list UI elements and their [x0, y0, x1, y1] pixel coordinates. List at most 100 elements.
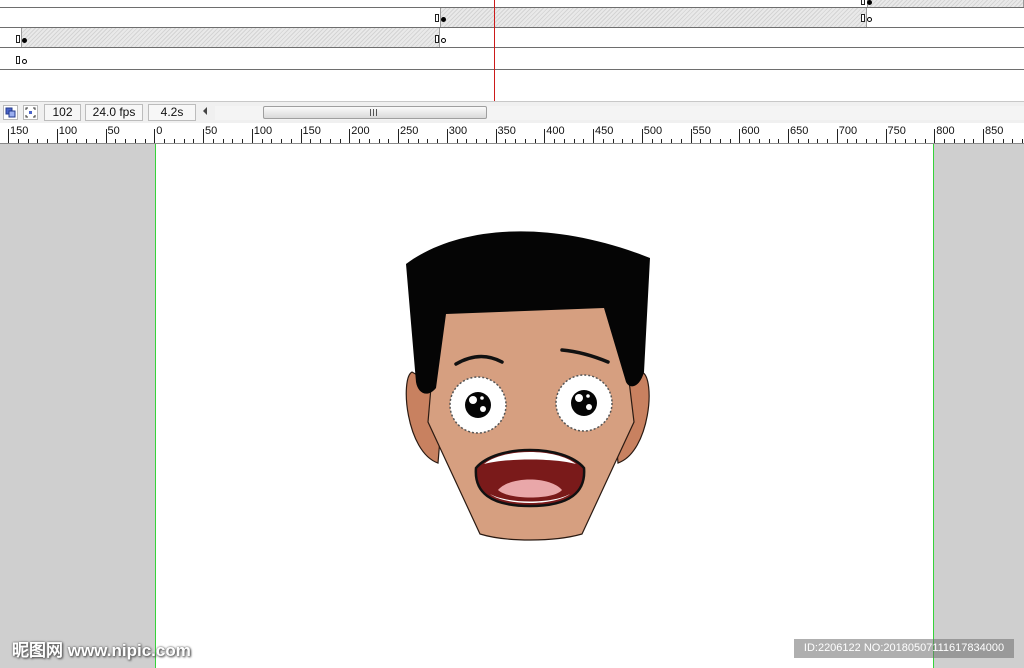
keyframe-empty[interactable]: [435, 35, 446, 45]
ruler-tick: [983, 129, 984, 143]
ruler-tick: [418, 139, 419, 143]
ruler-tick: [164, 139, 165, 143]
ruler-tick: [934, 129, 935, 143]
tween-span[interactable]: [21, 28, 440, 47]
horizontal-ruler: 150 100 50 0 50 100 150 200 250 300 350 400 450 500 55…: [0, 123, 1024, 144]
ruler-tick: [379, 139, 380, 143]
ruler-tick: [739, 129, 740, 143]
ruler-label: 400: [546, 125, 565, 137]
ruler-tick: [817, 139, 818, 143]
keyframe[interactable]: [435, 14, 446, 24]
ruler-tick: [778, 139, 779, 143]
frame-rate-field[interactable]: 24.0 fps: [85, 104, 143, 121]
ruler-tick: [369, 139, 370, 143]
playhead[interactable]: [494, 0, 495, 101]
ruler-tick: [652, 139, 653, 143]
ruler-tick: [447, 129, 448, 143]
onion-skin-icon[interactable]: [3, 105, 18, 120]
ruler-tick: [106, 129, 107, 143]
ruler-tick: [174, 139, 175, 143]
ruler-label: 50: [107, 125, 120, 137]
ruler-tick: [544, 129, 545, 143]
ruler-label: 700: [838, 125, 858, 137]
ruler-label: 800: [936, 125, 955, 137]
ruler-tick: [47, 139, 48, 143]
elapsed-time-field: 4.2s: [148, 104, 196, 121]
ruler-label: 0: [156, 125, 163, 137]
timeline-layer-4[interactable]: [0, 48, 1024, 70]
ruler-tick: [691, 129, 692, 143]
ruler-label: 250: [400, 125, 419, 137]
timeline-panel[interactable]: [0, 0, 1024, 101]
ruler-tick: [57, 129, 58, 143]
timeline-layer-3[interactable]: [0, 28, 1024, 48]
scrollbar-thumb[interactable]: [263, 106, 487, 119]
ruler-tick: [720, 139, 721, 143]
ruler-tick: [96, 139, 97, 143]
ruler-tick: [154, 129, 155, 143]
ruler-tick: [125, 139, 126, 143]
ruler-tick: [954, 139, 955, 143]
cartoon-character-head[interactable]: [404, 222, 656, 553]
ruler-tick: [710, 139, 711, 143]
right-eye: [555, 374, 613, 432]
tween-span[interactable]: [867, 0, 1024, 7]
center-frame-icon[interactable]: [23, 105, 38, 120]
ruler-tick: [759, 139, 760, 143]
timeline-status-bar: 102 24.0 fps 4.2s: [0, 101, 1024, 123]
ruler-tick: [944, 139, 945, 143]
ruler-label: 150: [10, 125, 29, 137]
ruler-tick: [388, 139, 389, 143]
ruler-tick: [905, 139, 906, 143]
ruler-tick: [603, 139, 604, 143]
ruler-tick: [574, 139, 575, 143]
ruler-tick: [749, 139, 750, 143]
ruler-tick: [886, 129, 887, 143]
timeline-layer-1[interactable]: [0, 0, 1024, 8]
timeline-layer-2[interactable]: [0, 8, 1024, 28]
ruler-tick: [262, 139, 263, 143]
ruler-tick: [340, 139, 341, 143]
ruler-tick: [18, 139, 19, 143]
timeline-horizontal-scrollbar[interactable]: [215, 106, 1024, 120]
ruler-tick: [564, 139, 565, 143]
ruler-tick: [281, 139, 282, 143]
ruler-label: 100: [58, 125, 78, 137]
ruler-tick: [496, 129, 497, 143]
ruler-label: 350: [497, 125, 516, 137]
ruler-tick: [827, 139, 828, 143]
ruler-tick: [847, 139, 848, 143]
keyframe-empty[interactable]: [861, 14, 872, 24]
keyframe-empty[interactable]: [16, 56, 27, 66]
ruler-tick: [115, 139, 116, 143]
ruler-tick: [193, 139, 194, 143]
ruler-tick: [535, 139, 536, 143]
ruler-tick: [1012, 139, 1013, 143]
ruler-tick: [515, 139, 516, 143]
scroll-left-arrow-icon[interactable]: [203, 107, 207, 115]
ruler-label: 50: [205, 125, 218, 137]
ruler-tick: [437, 139, 438, 143]
ruler-label: 750: [887, 125, 906, 137]
ruler-tick: [808, 139, 809, 143]
ruler-tick: [330, 139, 331, 143]
ruler-tick: [37, 139, 38, 143]
ruler-tick: [964, 139, 965, 143]
watermark-id: ID:2206122 NO:20180507111617834000: [794, 639, 1014, 658]
ruler-label: 600: [741, 125, 760, 137]
keyframe[interactable]: [861, 0, 872, 7]
ruler-label: 650: [790, 125, 809, 137]
ruler-tick: [310, 139, 311, 143]
tween-span[interactable]: [440, 8, 867, 27]
keyframe[interactable]: [16, 35, 27, 45]
ruler-tick: [223, 139, 224, 143]
ruler-tick: [769, 139, 770, 143]
ruler-tick: [993, 139, 994, 143]
ruler-tick: [203, 129, 204, 143]
ruler-tick: [788, 129, 789, 143]
ruler-tick: [135, 139, 136, 143]
watermark-logo: 昵图网 www.nipic.com: [12, 641, 191, 660]
ruler-tick: [232, 139, 233, 143]
left-eye: [449, 376, 507, 434]
ruler-tick: [486, 139, 487, 143]
